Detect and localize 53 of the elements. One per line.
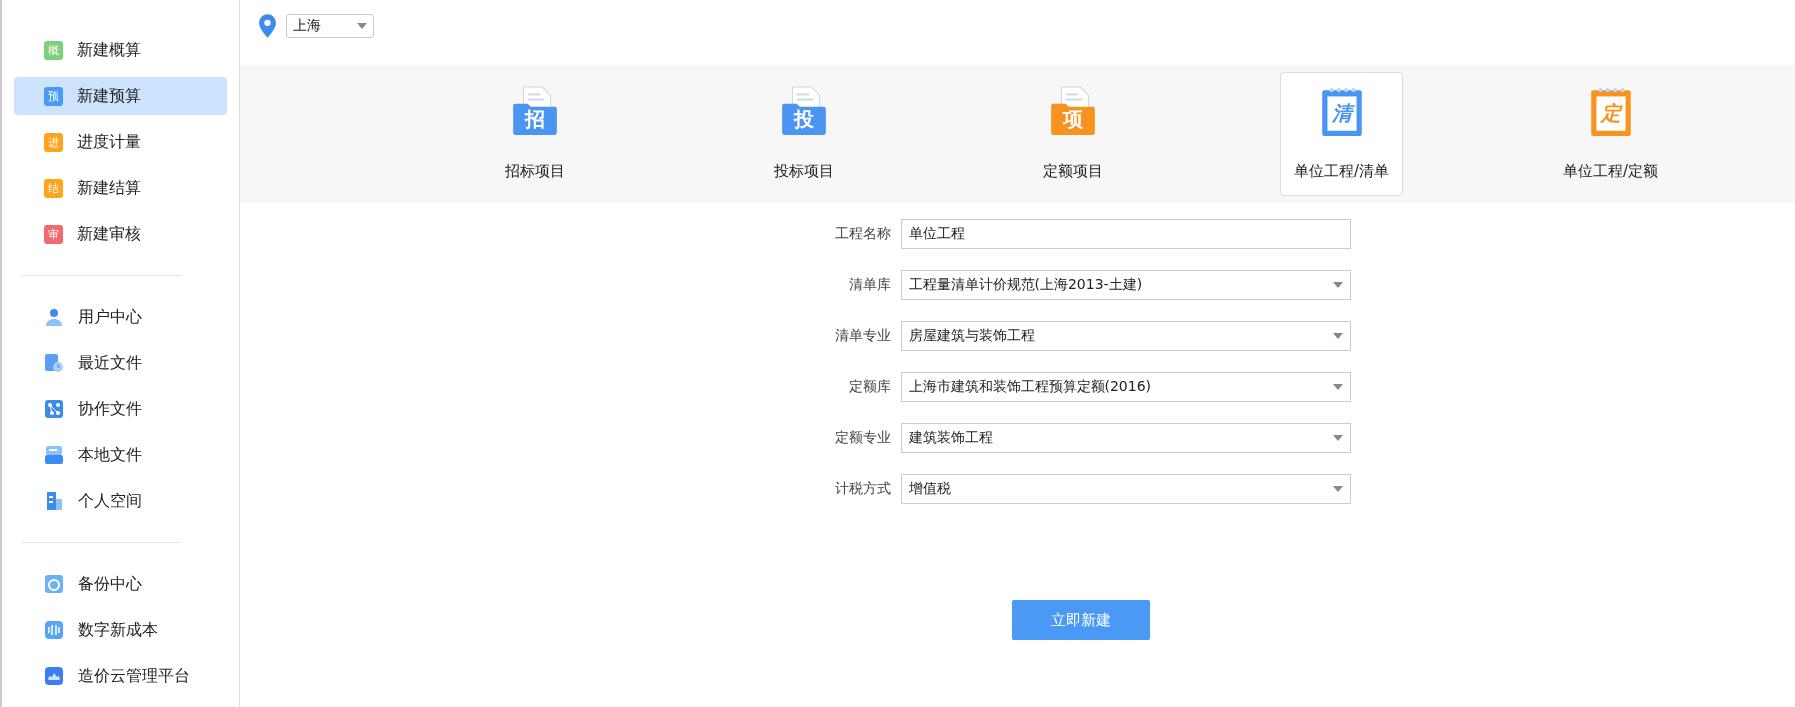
badge-icon: 结 xyxy=(44,178,63,198)
select-field[interactable]: 建筑装饰工程 xyxy=(900,423,1351,453)
badge-icon: 预 xyxy=(44,86,63,106)
project-type-tab[interactable]: 定 单位工程/定额 xyxy=(1549,72,1672,196)
project-type-tab[interactable]: 招 招标项目 xyxy=(473,72,596,196)
sidebar-item[interactable]: 预 新建预算 xyxy=(14,77,227,115)
icon-glyph: 招 xyxy=(524,109,545,129)
select-field[interactable]: 上海市建筑和装饰工程预算定额(2016) xyxy=(900,372,1351,402)
select-field[interactable]: 工程量清单计价规范(上海2013-土建) xyxy=(900,270,1351,300)
select-field[interactable]: 房屋建筑与装饰工程 xyxy=(900,321,1351,351)
field-label: 定额专业 xyxy=(833,429,891,447)
person-icon xyxy=(44,307,64,327)
sidebar-item[interactable]: 最近文件 xyxy=(14,344,227,382)
sidebar-item[interactable]: 数字新成本 xyxy=(14,611,227,649)
sidebar-item[interactable]: 个人空间 xyxy=(14,482,227,520)
sidebar-item[interactable]: 本地文件 xyxy=(14,436,227,474)
caret-icon xyxy=(1332,282,1343,288)
project-type-tab[interactable]: 投 投标项目 xyxy=(742,72,865,196)
caret-icon xyxy=(1332,333,1343,339)
badge-icon: 概 xyxy=(44,40,63,60)
building-icon xyxy=(44,491,64,511)
location-pin-icon xyxy=(259,13,276,38)
project-type-tab[interactable]: 清 单位工程/清单 xyxy=(1280,72,1403,196)
sidebar-item[interactable]: 结 新建结算 xyxy=(14,169,227,207)
field-label: 清单专业 xyxy=(833,327,891,345)
caret-icon xyxy=(1332,486,1343,492)
icon-glyph: 投 xyxy=(793,109,814,129)
refresh-icon xyxy=(44,574,64,594)
badge-icon: 审 xyxy=(44,224,63,244)
field-label: 工程名称 xyxy=(833,225,891,243)
project-name-input[interactable]: 单位工程 xyxy=(900,219,1351,249)
field-label: 定额库 xyxy=(847,378,891,396)
select-field[interactable]: 增值税 xyxy=(900,474,1351,504)
sidebar-item[interactable]: 进 进度计量 xyxy=(14,123,227,161)
file-clock-icon xyxy=(44,353,64,373)
field-label: 计税方式 xyxy=(833,480,891,498)
location-dropdown[interactable]: 上海 xyxy=(286,13,374,38)
sidebar-item[interactable]: 概 新建概算 xyxy=(14,31,227,69)
sidebar-item[interactable]: 备份中心 xyxy=(14,565,227,603)
caret-icon xyxy=(357,22,367,29)
sidebar-item[interactable]: 用户中心 xyxy=(14,298,227,336)
project-type-tab[interactable]: 项 定额项目 xyxy=(1011,72,1134,196)
sidebar-item[interactable]: 造价云管理平台 xyxy=(14,657,227,695)
caret-icon xyxy=(1332,384,1343,390)
icon-glyph: 项 xyxy=(1062,109,1083,129)
field-label: 清单库 xyxy=(847,276,891,294)
sidebar-item[interactable]: 审 新建审核 xyxy=(14,215,227,253)
network-icon xyxy=(44,399,64,419)
drive-icon xyxy=(44,445,64,465)
icon-glyph: 定 xyxy=(1600,103,1621,123)
caret-icon xyxy=(1332,435,1343,441)
sidebar-item[interactable]: 协作文件 xyxy=(14,390,227,428)
badge-icon: 进 xyxy=(44,132,63,152)
